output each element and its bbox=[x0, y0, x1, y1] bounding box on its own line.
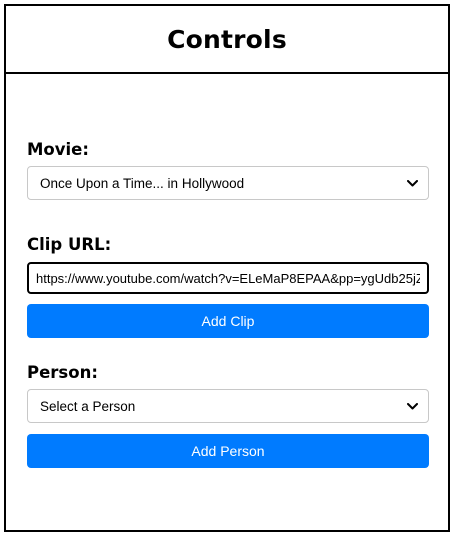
chevron-down-icon bbox=[406, 177, 418, 189]
person-select[interactable]: Select a Person bbox=[27, 389, 429, 423]
add-clip-button[interactable]: Add Clip bbox=[27, 304, 429, 338]
movie-select[interactable]: Once Upon a Time... in Hollywood bbox=[27, 166, 429, 200]
movie-select-value: Once Upon a Time... in Hollywood bbox=[40, 175, 245, 191]
person-label: Person: bbox=[27, 363, 98, 382]
clip-url-input[interactable] bbox=[27, 262, 429, 294]
clip-url-label: Clip URL: bbox=[27, 235, 112, 254]
add-person-button[interactable]: Add Person bbox=[27, 434, 429, 468]
movie-label: Movie: bbox=[27, 140, 89, 159]
controls-panel: Controls Movie: Once Upon a Time... in H… bbox=[4, 4, 450, 532]
panel-header: Controls bbox=[6, 6, 448, 74]
person-select-value: Select a Person bbox=[40, 398, 136, 414]
chevron-down-icon bbox=[406, 400, 418, 412]
page-title: Controls bbox=[167, 24, 287, 54]
